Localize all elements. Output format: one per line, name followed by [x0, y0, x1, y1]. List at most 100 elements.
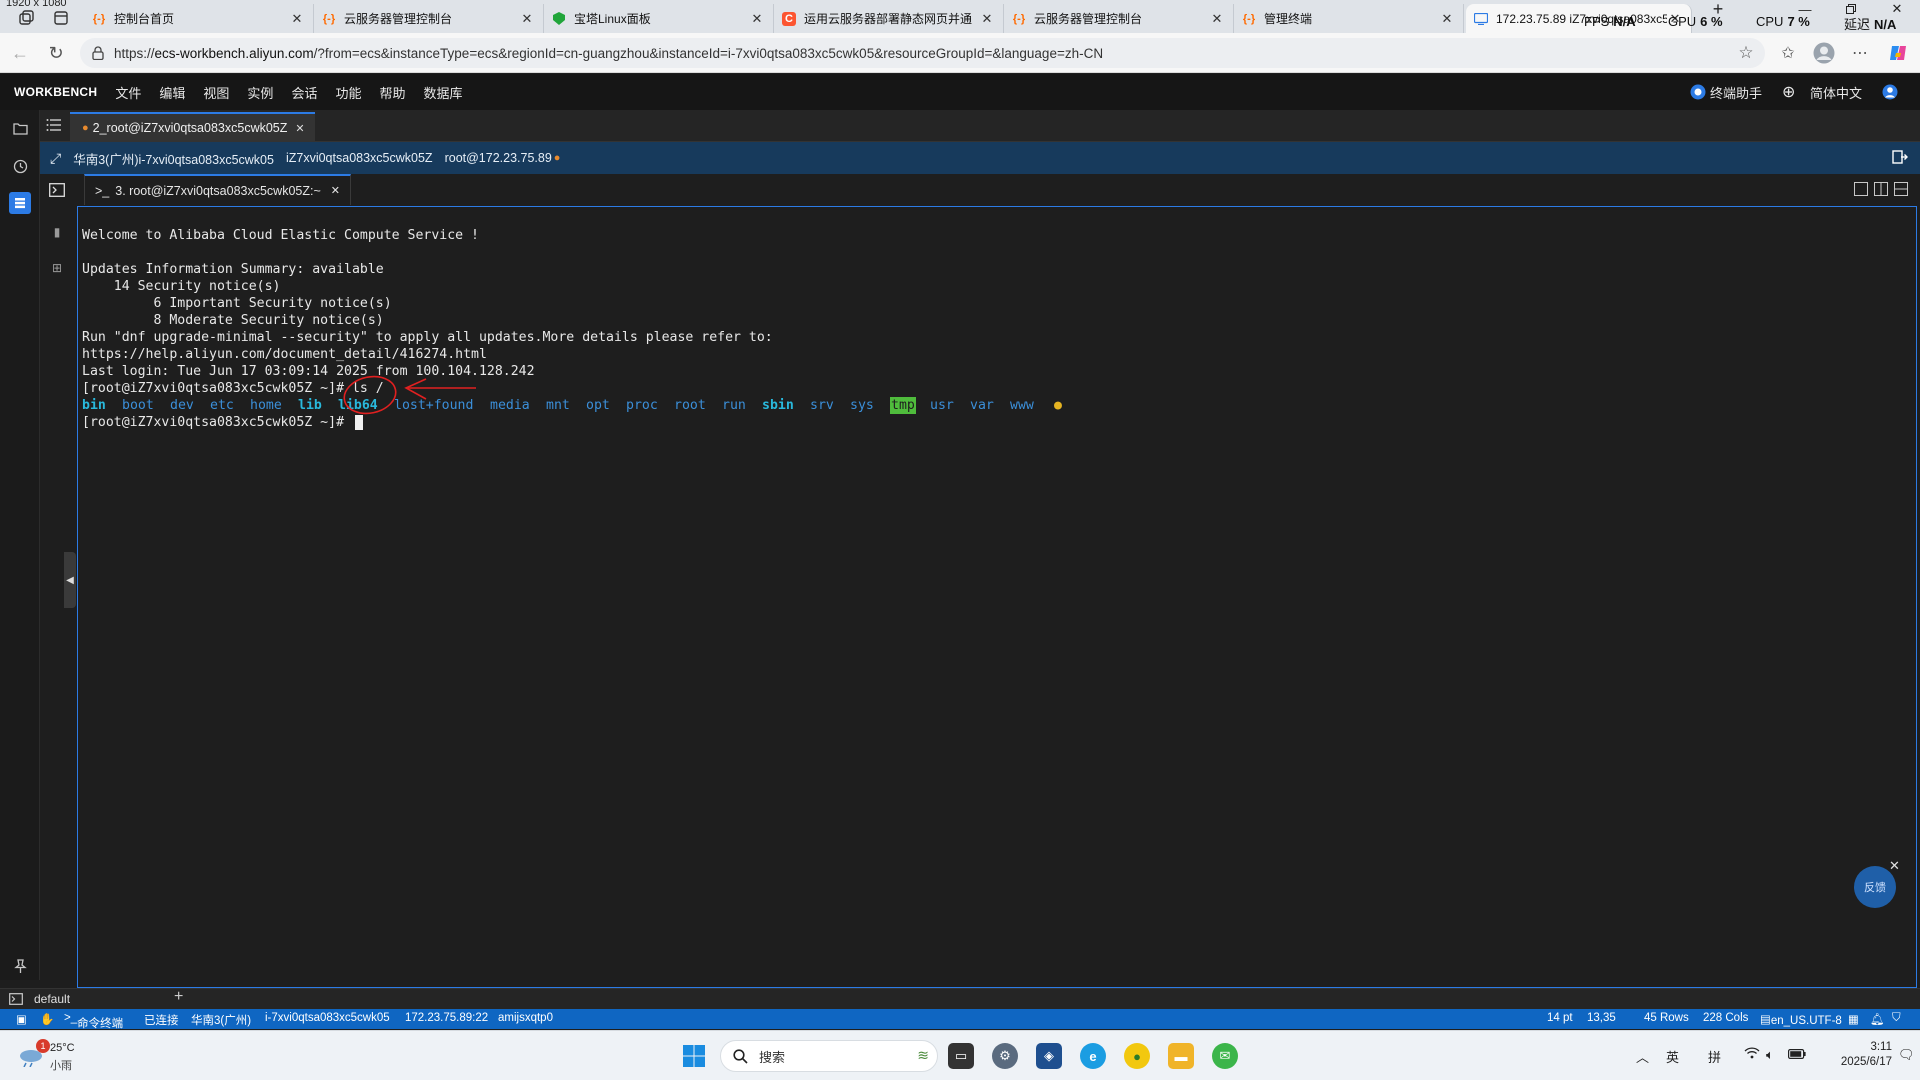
file-icon[interactable]: ▮ [49, 224, 65, 240]
close-icon[interactable]: ✕ [289, 11, 305, 27]
battery-icon[interactable] [1788, 1047, 1806, 1062]
browser-tab-1[interactable]: {-} 云服务器管理控制台 ✕ [314, 4, 544, 33]
close-icon[interactable]: ✕ [1439, 11, 1455, 27]
grid-icon[interactable]: ▦ [1848, 1012, 1859, 1026]
menu-view[interactable]: 视图 [203, 83, 229, 102]
terminal-output[interactable]: Welcome to Alibaba Cloud Elastic Compute… [77, 206, 1917, 988]
locale-label[interactable]: ▤ en_US.UTF-8 [1760, 1012, 1842, 1027]
url-path: /?from=ecs&instanceType=ecs&regionId=cn-… [313, 45, 1104, 61]
close-icon[interactable]: ✕ [979, 11, 995, 27]
close-icon[interactable]: ✕ [749, 11, 765, 27]
wechat-icon[interactable]: ✉ [1212, 1043, 1238, 1069]
favorites-icon[interactable]: ✩ [1776, 41, 1800, 65]
split-vertical-icon[interactable] [1874, 182, 1888, 196]
lock-icon[interactable] [92, 46, 104, 60]
browser-tab-2[interactable]: 宝塔Linux面板 ✕ [544, 4, 774, 33]
close-icon[interactable]: ✕ [1889, 858, 1900, 874]
history-icon[interactable] [10, 156, 30, 176]
wifi-icon[interactable] [1744, 1047, 1760, 1062]
terminal-icon[interactable] [49, 182, 65, 198]
clock[interactable]: 3:11 2025/6/17 [1820, 1040, 1892, 1070]
bell-icon[interactable]: 🔔︎ [1870, 1012, 1885, 1026]
trae-editor-icon[interactable]: ◈ [1036, 1043, 1062, 1069]
dir-entry: tmp [890, 397, 916, 414]
terminal-tab[interactable]: >_ 3. root@iZ7xvi0qtsa083xc5cwk05Z:~ ✕ [84, 174, 351, 205]
volume-icon[interactable]: 🔈︎ [1766, 1047, 1774, 1063]
pin-icon[interactable] [10, 956, 30, 976]
expand-icon[interactable]: ⤢ [50, 150, 61, 167]
task-view-icon[interactable]: ▭ [948, 1043, 974, 1069]
annotation-marker [343, 375, 476, 415]
taskbar-search-input[interactable]: 搜索 ≋ [720, 1040, 938, 1072]
terminal-assistant-button[interactable]: 终端助手 [1690, 74, 1762, 110]
tray-expand-icon[interactable]: ︿ [1636, 1047, 1649, 1066]
weather-widget[interactable]: 1 25°C 小雨 [16, 1039, 96, 1073]
back-icon[interactable]: ← [8, 41, 32, 65]
browser-tab-4[interactable]: {-} 云服务器管理控制台 ✕ [1004, 4, 1234, 33]
menu-session[interactable]: 会话 [291, 83, 317, 102]
reload-icon[interactable]: ↻ [44, 41, 68, 65]
chrome-browser-icon[interactable]: ● [1124, 1043, 1150, 1069]
prompt-icon: >_ [95, 183, 110, 198]
start-windows-icon[interactable] [682, 1044, 706, 1068]
menu-help[interactable]: 帮助 [379, 83, 405, 102]
panel-tab-default[interactable]: default [34, 992, 70, 1006]
browser-tab-5[interactable]: {-} 管理终端 ✕ [1234, 4, 1464, 33]
close-icon[interactable]: ✕ [295, 122, 304, 135]
new-pane-icon[interactable] [1854, 182, 1868, 196]
tab-actions-icon[interactable] [50, 6, 72, 30]
collapse-sidebar-icon[interactable]: ◀ [64, 552, 76, 608]
session-list-icon[interactable] [46, 118, 62, 132]
copilot-icon[interactable] [1886, 41, 1910, 65]
menu-features[interactable]: 功能 [335, 83, 361, 102]
ime-mode[interactable]: 拼 [1708, 1047, 1721, 1066]
grid-icon[interactable]: ⊞ [49, 260, 65, 276]
cpu-readout: CPU 7 % [1756, 14, 1810, 29]
sessions-icon[interactable] [9, 192, 31, 214]
hand-icon[interactable]: ✋ [40, 1012, 54, 1026]
cursor-position-label: 13,35 [1587, 1012, 1616, 1024]
favorite-star-icon[interactable]: ☆ [1734, 41, 1758, 65]
lightbulb-icon[interactable]: ● [1054, 397, 1062, 414]
more-menu-icon[interactable]: ⋯ [1848, 41, 1872, 65]
dir-entry: var [970, 398, 994, 413]
exit-session-icon[interactable] [1892, 150, 1908, 167]
close-icon[interactable]: ✕ [519, 11, 535, 27]
url-input[interactable]: https://ecs-workbench.aliyun.com/?from=e… [80, 38, 1765, 68]
menu-file[interactable]: 文件 [115, 83, 141, 102]
activity-bar [0, 110, 40, 980]
split-controls [1854, 182, 1908, 196]
add-panel-icon[interactable]: + [174, 988, 183, 1006]
language-selector[interactable]: 简体中文 [1810, 74, 1862, 110]
profile-avatar-icon[interactable] [1812, 41, 1836, 65]
terminal-icon[interactable] [9, 992, 23, 1010]
split-horizontal-icon[interactable] [1894, 182, 1908, 196]
ime-language[interactable]: 英 [1666, 1047, 1679, 1066]
close-icon[interactable]: ✕ [1209, 11, 1225, 27]
status-bar: ▣ ✋ >_ 命令终端 已连接 华南3(广州) i-7xvi0qtsa083xc… [0, 1009, 1920, 1030]
menu-database[interactable]: 数据库 [423, 83, 462, 102]
region-instance-label: 华南3(广州)i-7xvi0qtsa083xc5cwk05 [73, 152, 274, 167]
close-icon[interactable]: ✕ [331, 184, 340, 197]
browser-tab-0[interactable]: {-} 控制台首页 ✕ [84, 4, 314, 33]
user-avatar-icon[interactable] [1882, 74, 1898, 110]
globe-icon[interactable]: ⊕ [1782, 74, 1795, 110]
font-size-label[interactable]: 14 pt [1547, 1012, 1573, 1024]
dir-entry: proc [626, 398, 658, 413]
user-host-label: root@172.23.75.89 [444, 151, 552, 165]
browser-tab-6[interactable]: 172.23.75.89 iZ7xvi0qtsa083xc5 ✕ [1466, 4, 1692, 33]
folder-icon[interactable] [10, 118, 30, 138]
settings-gear-icon[interactable]: ⚙ [992, 1043, 1018, 1069]
important-notice-line: 6 Important Security notice(s) [82, 296, 392, 311]
file-explorer-icon[interactable]: ▬ [1168, 1043, 1194, 1069]
shirt-icon[interactable]: ⛉ [1892, 1012, 1901, 1025]
assistant-icon [1690, 84, 1706, 100]
menu-edit[interactable]: 编辑 [159, 83, 185, 102]
window-icon[interactable]: ▣ [16, 1012, 27, 1026]
notification-center-icon[interactable]: 🗨︎ [1898, 1047, 1915, 1063]
menu-instance[interactable]: 实例 [247, 83, 273, 102]
browser-tab-3[interactable]: C 运用云服务器部署静态网页并通 ✕ [774, 4, 1004, 33]
workspaces-icon[interactable] [14, 6, 38, 30]
edge-browser-icon[interactable]: e [1080, 1043, 1106, 1069]
session-tab[interactable]: ● 2_root@iZ7xvi0qtsa083xc5cwk05Z ✕ [70, 112, 315, 142]
